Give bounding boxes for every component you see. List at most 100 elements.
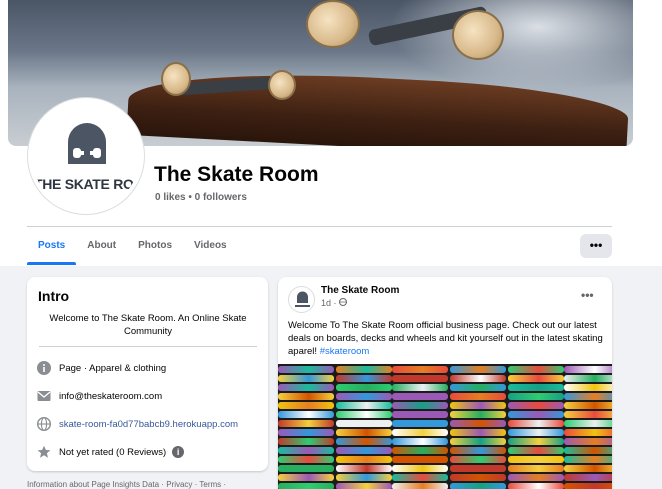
rack-skateboard	[450, 402, 506, 409]
rack-skateboard	[564, 402, 612, 409]
star-icon	[37, 445, 51, 459]
rack-skateboard	[336, 420, 392, 427]
rack-skateboard	[336, 429, 392, 436]
page-stats[interactable]: 0 likes • 0 followers	[155, 192, 247, 203]
rack-skateboard	[450, 420, 506, 427]
rack-skateboard	[392, 438, 448, 445]
rack-skateboard	[392, 402, 448, 409]
rack-skateboard	[336, 366, 392, 373]
post-author-name[interactable]: The Skate Room	[321, 285, 399, 296]
rating-info-icon[interactable]: i	[172, 446, 185, 458]
post-options-button[interactable]: •••	[581, 288, 594, 302]
footer-links[interactable]: Information about Page Insights Data · P…	[27, 480, 226, 489]
intro-rating: Not yet rated (0 Reviews)	[59, 446, 167, 458]
rack-skateboard	[450, 483, 506, 489]
rack-skateboard	[278, 375, 334, 382]
header-divider	[27, 226, 612, 227]
intro-email[interactable]: info@theskateroom.com	[59, 391, 162, 402]
post-timestamp[interactable]: 1d ·	[321, 298, 348, 308]
rack-skateboard	[564, 447, 612, 454]
rack-skateboard	[508, 402, 564, 409]
rack-skateboard	[278, 411, 334, 418]
page-title[interactable]: The Skate Room	[154, 163, 319, 187]
rack-skateboard	[336, 438, 392, 445]
tab-photos[interactable]: Photos	[127, 230, 183, 262]
rack-skateboard	[564, 474, 612, 481]
public-globe-icon	[339, 298, 348, 306]
intro-divider	[39, 346, 257, 347]
rack-skateboard	[278, 456, 334, 463]
rack-skateboard	[508, 447, 564, 454]
info-circle-icon	[37, 361, 51, 375]
post-hashtag[interactable]: #skateroom	[320, 346, 370, 357]
rack-skateboard	[278, 429, 334, 436]
rack-skateboard	[564, 438, 612, 445]
rack-skateboard	[450, 438, 506, 445]
post-author-avatar[interactable]	[288, 286, 315, 313]
rack-skateboard	[392, 465, 448, 472]
more-options-button[interactable]: •••	[580, 234, 612, 258]
tab-about[interactable]: About	[76, 230, 127, 262]
rack-skateboard	[450, 366, 506, 373]
rack-skateboard	[508, 438, 564, 445]
envelope-icon	[37, 389, 51, 403]
rack-skateboard	[392, 456, 448, 463]
tab-videos[interactable]: Videos	[183, 230, 238, 262]
intro-website-row: skate-room-fa0d77babcb9.herokuapp.com	[37, 417, 238, 431]
rack-skateboard	[508, 393, 564, 400]
rack-skateboard	[392, 366, 448, 373]
rack-skateboard	[564, 465, 612, 472]
rack-skateboard	[278, 393, 334, 400]
globe-icon	[37, 417, 51, 431]
rack-column	[508, 364, 564, 489]
skateboard-logo-icon	[295, 291, 310, 307]
rack-skateboard	[564, 393, 612, 400]
rack-skateboard	[450, 447, 506, 454]
rack-skateboard	[508, 375, 564, 382]
rack-column	[336, 364, 392, 489]
rack-skateboard	[564, 420, 612, 427]
rack-skateboard	[564, 366, 612, 373]
tab-posts[interactable]: Posts	[27, 230, 77, 265]
rack-skateboard	[564, 483, 612, 489]
rack-skateboard	[392, 393, 448, 400]
post-image-skateboard-rack[interactable]	[278, 364, 612, 489]
rack-skateboard	[336, 375, 392, 382]
intro-title: Intro	[38, 288, 70, 304]
rack-skateboard	[392, 375, 448, 382]
rack-skateboard	[336, 465, 392, 472]
rack-skateboard	[564, 429, 612, 436]
rack-skateboard	[278, 438, 334, 445]
rack-column	[450, 364, 506, 489]
intro-website-link[interactable]: skate-room-fa0d77babcb9.herokuapp.com	[59, 419, 238, 430]
rack-skateboard	[336, 393, 392, 400]
rack-skateboard	[508, 384, 564, 391]
post-text: Welcome To The Skate Room official busin…	[288, 320, 603, 358]
rack-skateboard	[336, 402, 392, 409]
rack-skateboard	[508, 411, 564, 418]
page-tabs: Posts About Photos Videos	[27, 230, 238, 266]
rack-skateboard	[392, 420, 448, 427]
rack-skateboard	[564, 456, 612, 463]
rack-skateboard	[336, 483, 392, 489]
rack-skateboard	[450, 456, 506, 463]
rack-skateboard	[278, 447, 334, 454]
rack-skateboard	[564, 384, 612, 391]
rack-skateboard	[508, 474, 564, 481]
rack-skateboard	[392, 384, 448, 391]
rack-skateboard	[278, 474, 334, 481]
rack-skateboard	[450, 465, 506, 472]
rack-skateboard	[278, 465, 334, 472]
profile-avatar[interactable]: THE SKATE ROOM	[28, 98, 144, 214]
rack-column	[564, 364, 612, 489]
rack-skateboard	[278, 483, 334, 489]
rack-skateboard	[508, 465, 564, 472]
rack-skateboard	[392, 447, 448, 454]
page-header: THE SKATE ROOM The Skate Room 0 likes • …	[0, 0, 662, 266]
rack-column	[392, 364, 448, 489]
rack-skateboard	[508, 483, 564, 489]
rack-skateboard	[336, 384, 392, 391]
rack-skateboard	[450, 384, 506, 391]
intro-category: Page · Apparel & clothing	[59, 362, 167, 374]
post-card: The Skate Room 1d · ••• Welcome To The S…	[278, 277, 612, 489]
